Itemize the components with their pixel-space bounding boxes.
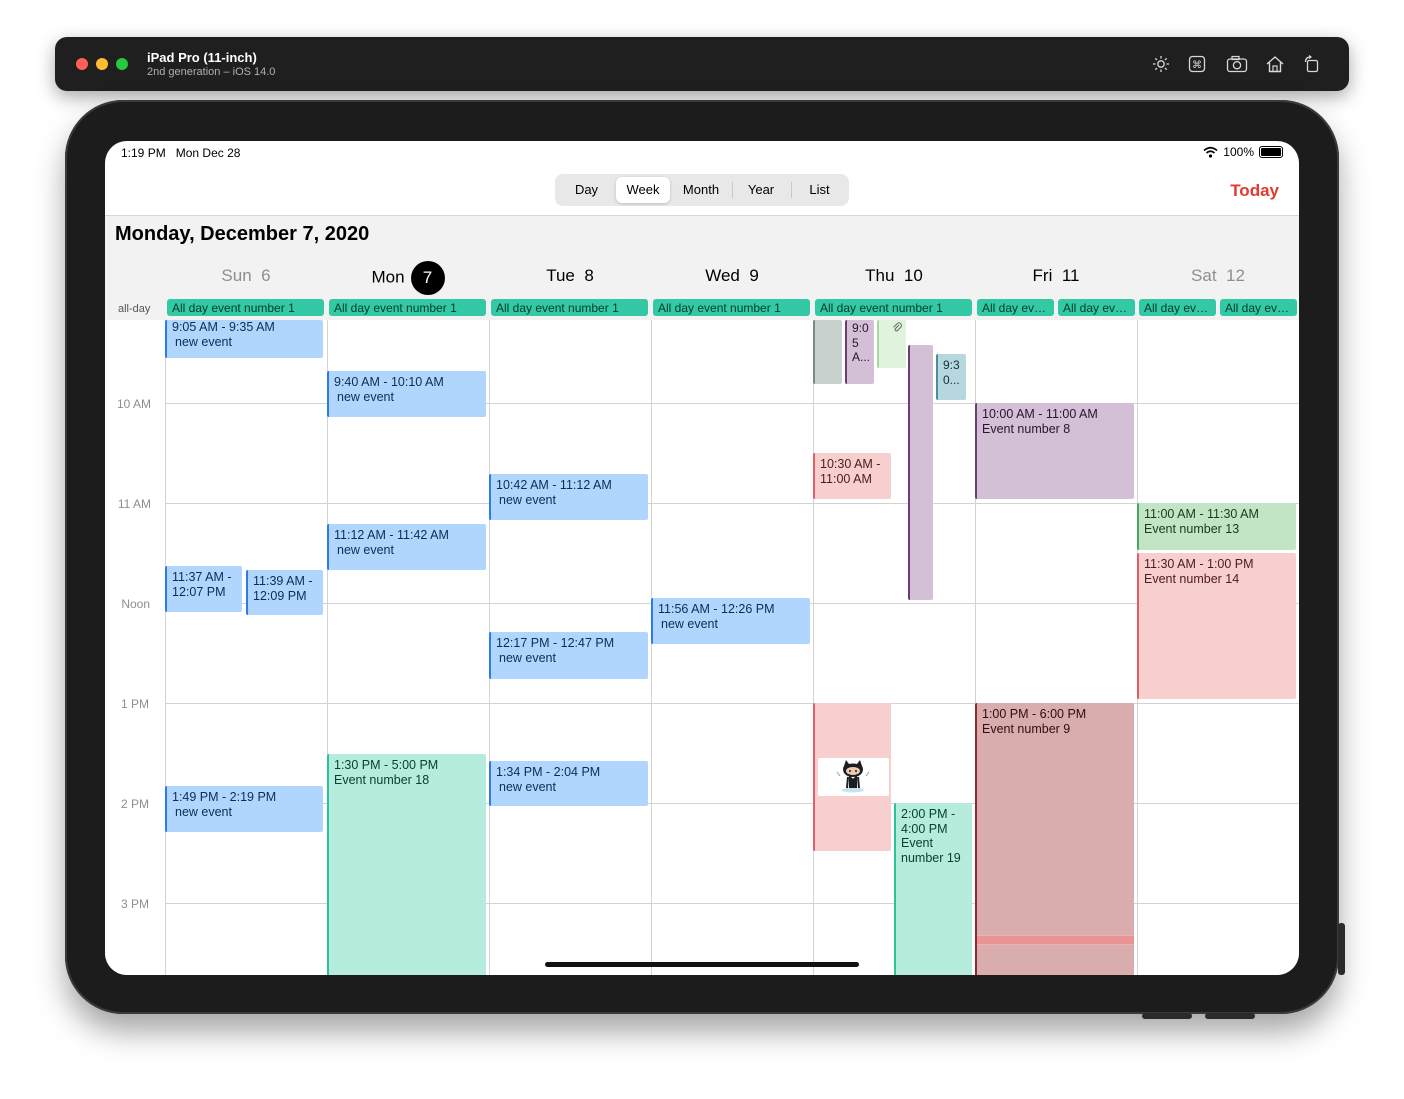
screenshot-icon[interactable]: [1226, 55, 1248, 73]
event-block[interactable]: 1:00 PM - 6:00 PM Event number 9: [975, 703, 1134, 975]
simulator-titlebar: iPad Pro (11-inch) 2nd generation – iOS …: [55, 37, 1349, 91]
event-block[interactable]: 11:12 AM - 11:42 AM new event: [327, 524, 486, 570]
battery-percent: 100%: [1223, 145, 1254, 159]
all-day-event[interactable]: All day event number 1: [167, 299, 324, 316]
all-day-event[interactable]: All day eve...: [1220, 299, 1297, 316]
minimize-window-button[interactable]: [96, 58, 108, 70]
time-label: 3 PM: [120, 897, 149, 911]
event-block[interactable]: 9:3 0...: [936, 354, 966, 400]
day-header-mon[interactable]: Mon 7: [327, 261, 489, 295]
view-mode-segmented-control: Day Week Month Year List: [555, 174, 849, 206]
selected-date-title: Monday, December 7, 2020: [115, 223, 370, 245]
all-day-label: all-day: [118, 303, 151, 315]
event-block[interactable]: 10:00 AM - 11:00 AM Event number 8: [975, 403, 1134, 499]
event-block[interactable]: 1:30 PM - 5:00 PM Event number 18: [327, 754, 486, 975]
segment-day[interactable]: Day: [559, 177, 614, 203]
home-indicator[interactable]: [545, 962, 859, 967]
event-block[interactable]: 9:05 AM - 9:35 AM new event: [165, 320, 323, 358]
event-block[interactable]: [908, 345, 933, 600]
zoom-window-button[interactable]: [116, 58, 128, 70]
volume-button[interactable]: [1142, 1013, 1192, 1019]
all-day-event[interactable]: All day eve...: [977, 299, 1054, 316]
column-divider: [813, 320, 814, 975]
all-day-event[interactable]: All day event number 1: [329, 299, 486, 316]
event-block[interactable]: 10:30 AM -11:00 AM: [813, 453, 891, 499]
status-indicators: 100%: [1203, 145, 1283, 159]
week-time-grid[interactable]: 10 AM 11 AM Noon 1 PM 2 PM 3 PM 9:05 AM …: [105, 320, 1299, 975]
octocat-icon: [836, 760, 870, 793]
hour-line: [165, 503, 1299, 504]
event-block[interactable]: 9:0 5 A...: [845, 320, 874, 384]
svg-text:⌘: ⌘: [1192, 60, 1202, 71]
week-header: Monday, December 7, 2020 Sun 6 Mon 7 Tue …: [105, 215, 1299, 324]
rotate-icon[interactable]: [1303, 55, 1321, 73]
event-image: [818, 758, 889, 796]
battery-icon: [1259, 146, 1283, 158]
event-block[interactable]: 12:17 PM - 12:47 PM new event: [489, 632, 648, 679]
command-icon[interactable]: ⌘: [1188, 55, 1206, 73]
event-block[interactable]: 11:56 AM - 12:26 PM new event: [651, 598, 810, 644]
column-divider: [651, 320, 652, 975]
event-block[interactable]: 2:00 PM -4:00 PM Event number 19: [894, 803, 972, 975]
brightness-icon[interactable]: [1152, 55, 1170, 73]
all-day-event[interactable]: All day eve...: [1058, 299, 1135, 316]
segment-week[interactable]: Week: [616, 177, 670, 203]
day-header-wed[interactable]: Wed 9: [651, 261, 813, 291]
status-clock: 1:19 PM: [121, 146, 166, 160]
today-button[interactable]: Today: [1230, 181, 1279, 201]
time-label: 10 AM: [116, 397, 151, 411]
event-block[interactable]: [877, 320, 906, 368]
segment-year[interactable]: Year: [733, 177, 789, 203]
close-window-button[interactable]: [76, 58, 88, 70]
all-day-event[interactable]: All day event number 1: [491, 299, 648, 316]
segment-list[interactable]: List: [792, 177, 847, 203]
day-header-sun[interactable]: Sun 6: [165, 261, 327, 291]
ipad-screen: 1:19 PM Mon Dec 28 100% Day Week Month Y…: [105, 141, 1299, 975]
today-circle: 7: [410, 261, 445, 295]
attachment-icon: [893, 322, 902, 332]
time-label: Noon: [121, 597, 150, 611]
overlap-indicator: [977, 935, 1134, 945]
event-block[interactable]: 1:49 PM - 2:19 PM new event: [165, 786, 323, 832]
event-block[interactable]: 9:40 AM - 10:10 AM new event: [327, 371, 486, 417]
event-block[interactable]: 11:00 AM - 11:30 AM Event number 13: [1137, 503, 1296, 550]
device-os: 2nd generation – iOS 14.0: [147, 66, 276, 78]
simulator-stage: iPad Pro (11-inch) 2nd generation – iOS …: [0, 0, 1404, 1099]
event-block[interactable]: [813, 703, 891, 851]
volume-button[interactable]: [1205, 1013, 1255, 1019]
column-divider: [165, 320, 166, 975]
day-header-thu[interactable]: Thu 10: [813, 261, 975, 291]
event-block[interactable]: 1:34 PM - 2:04 PM new event: [489, 761, 648, 806]
status-time: 1:19 PM Mon Dec 28: [121, 146, 240, 160]
event-block[interactable]: 11:39 AM -12:09 PM: [246, 570, 323, 615]
event-block[interactable]: 10:42 AM - 11:12 AM new event: [489, 474, 648, 520]
day-header-fri[interactable]: Fri 11: [975, 261, 1137, 291]
day-header-tue[interactable]: Tue 8: [489, 261, 651, 291]
all-day-event[interactable]: All day event number 1: [815, 299, 972, 316]
all-day-event[interactable]: All day event number 1: [653, 299, 810, 316]
wifi-icon: [1203, 146, 1218, 158]
home-icon[interactable]: [1265, 55, 1285, 73]
time-label: 2 PM: [120, 797, 149, 811]
segment-month[interactable]: Month: [672, 177, 730, 203]
day-header-sat[interactable]: Sat 12: [1137, 261, 1299, 291]
all-day-event[interactable]: All day eve...: [1139, 299, 1216, 316]
device-side-button[interactable]: [1338, 923, 1345, 975]
status-date: Mon Dec 28: [175, 146, 241, 160]
event-block[interactable]: 11:30 AM - 1:00 PM Event number 14: [1137, 553, 1296, 699]
all-day-row: all-day All day event number 1 All day e…: [105, 299, 1299, 320]
device-name: iPad Pro (11-inch): [147, 50, 257, 65]
time-label: 11 AM: [117, 497, 151, 511]
time-label: 1 PM: [120, 697, 149, 711]
event-block[interactable]: 11:37 AM -12:07 PM: [165, 566, 242, 612]
event-block[interactable]: [813, 320, 842, 384]
